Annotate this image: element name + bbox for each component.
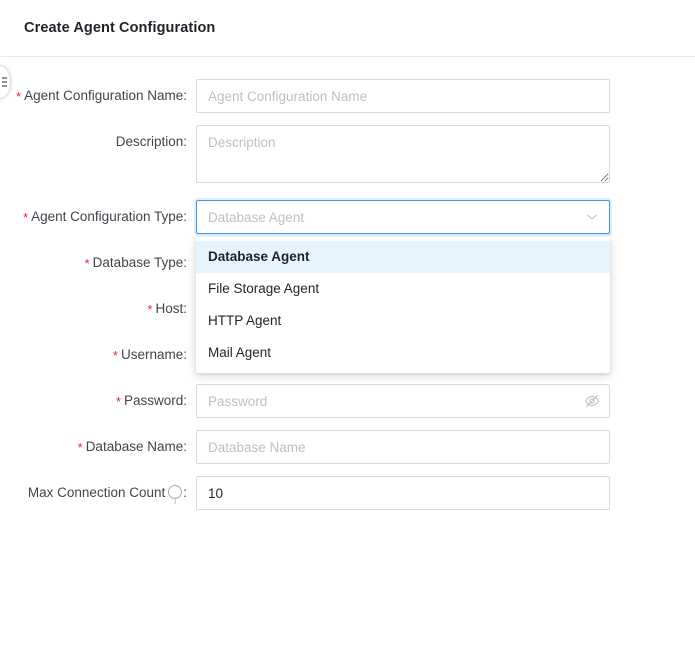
- dropdown-option-http-agent[interactable]: HTTP Agent: [196, 305, 610, 337]
- form-row-max-connection-count: Max Connection Count:: [0, 476, 695, 510]
- handle-line-icon: [2, 77, 7, 79]
- page-title: Create Agent Configuration: [24, 20, 215, 36]
- agent-configuration-form: *Agent Configuration Name: Description: …: [0, 57, 695, 510]
- form-row-agent-configuration-name: *Agent Configuration Name:: [0, 79, 695, 113]
- dropdown-option-database-agent[interactable]: Database Agent: [196, 241, 610, 273]
- required-asterisk-icon: *: [85, 256, 90, 271]
- field-wrap-agent-configuration-name: [196, 79, 610, 113]
- dropdown-option-file-storage-agent[interactable]: File Storage Agent: [196, 273, 610, 305]
- label-agent-configuration-name: *Agent Configuration Name:: [0, 79, 196, 113]
- field-wrap-max-connection-count: [196, 476, 610, 510]
- label-username: *Username:: [0, 338, 196, 372]
- info-circle-icon[interactable]: [168, 485, 182, 499]
- agent-configuration-type-value: Database Agent: [208, 210, 586, 225]
- database-name-input[interactable]: [196, 430, 610, 464]
- required-asterisk-icon: *: [16, 89, 21, 104]
- required-asterisk-icon: *: [113, 348, 118, 363]
- field-wrap-password: [196, 384, 610, 418]
- max-connection-count-input[interactable]: [196, 476, 610, 510]
- agent-configuration-name-input[interactable]: [196, 79, 610, 113]
- label-colon: :: [183, 485, 187, 500]
- dropdown-option-mail-agent[interactable]: Mail Agent: [196, 337, 610, 369]
- label-database-type: *Database Type:: [0, 246, 196, 280]
- password-input[interactable]: [196, 384, 610, 418]
- required-asterisk-icon: *: [116, 394, 121, 409]
- form-row-agent-configuration-type: *Agent Configuration Type: Database Agen…: [0, 200, 695, 234]
- label-max-connection-count: Max Connection Count:: [0, 476, 196, 510]
- chevron-down-icon[interactable]: [586, 211, 598, 223]
- required-asterisk-icon: *: [78, 440, 83, 455]
- field-wrap-database-name: [196, 430, 610, 464]
- label-description: Description:: [0, 125, 196, 159]
- panel-header: Create Agent Configuration: [0, 0, 695, 57]
- agent-configuration-type-select[interactable]: Database Agent: [196, 200, 610, 234]
- form-row-password: *Password:: [0, 384, 695, 418]
- required-asterisk-icon: *: [147, 302, 152, 317]
- form-row-description: Description:: [0, 125, 695, 188]
- field-wrap-agent-configuration-type: Database Agent Database Agent File Stora…: [196, 200, 610, 234]
- label-host: *Host:: [0, 292, 196, 326]
- description-textarea[interactable]: [196, 125, 610, 183]
- form-row-database-name: *Database Name:: [0, 430, 695, 464]
- handle-line-icon: [2, 85, 7, 87]
- required-asterisk-icon: *: [23, 210, 28, 225]
- agent-configuration-type-dropdown: Database Agent File Storage Agent HTTP A…: [196, 237, 610, 373]
- label-password: *Password:: [0, 384, 196, 418]
- eye-invisible-icon[interactable]: [584, 393, 600, 409]
- label-database-name: *Database Name:: [0, 430, 196, 464]
- field-wrap-description: [196, 125, 610, 188]
- handle-line-icon: [2, 81, 7, 83]
- label-agent-configuration-type: *Agent Configuration Type:: [0, 200, 196, 234]
